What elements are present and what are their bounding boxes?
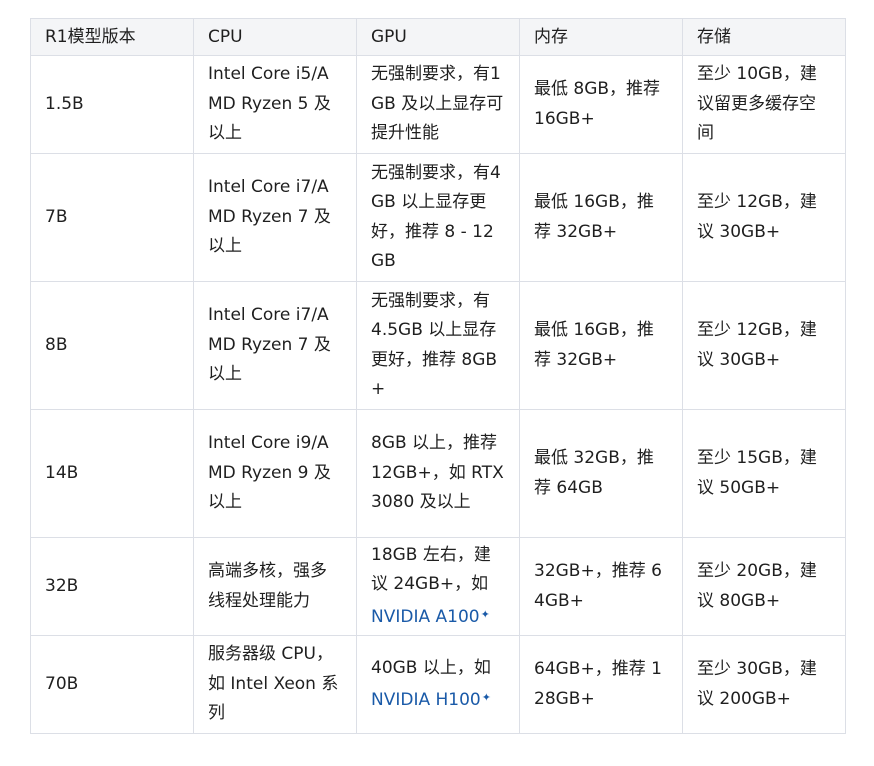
table-row: 14B Intel Core i9/AMD Ryzen 9 及以上 8GB 以上…: [30, 409, 846, 538]
cell-memory: 64GB+，推荐 128GB+: [519, 635, 683, 734]
cell-gpu: 8GB 以上，推荐 12GB+，如 RTX 3080 及以上: [356, 409, 520, 538]
header-storage: 存储: [682, 18, 846, 56]
cell-memory: 32GB+，推荐 64GB+: [519, 537, 683, 636]
cell-gpu: 18GB 左右，建议 24GB+，如 NVIDIA A100✦: [356, 537, 520, 636]
cell-model: 14B: [30, 409, 194, 538]
cell-model: 8B: [30, 281, 194, 410]
link-text[interactable]: NVIDIA H100: [371, 690, 481, 710]
header-gpu: GPU: [356, 18, 520, 56]
hardware-requirements-table: R1模型版本 CPU GPU 内存 存储 1.5B Intel Core i5/…: [30, 18, 846, 734]
cell-storage: 至少 12GB，建议 30GB+: [682, 153, 846, 282]
cell-cpu: Intel Core i7/AMD Ryzen 7 及以上: [193, 153, 357, 282]
table-row: 8B Intel Core i7/AMD Ryzen 7 及以上 无强制要求，有…: [30, 281, 846, 410]
cell-storage: 至少 30GB，建议 200GB+: [682, 635, 846, 734]
cell-gpu: 无强制要求，有4GB 以上显存更好，推荐 8 - 12GB: [356, 153, 520, 282]
cell-gpu: 无强制要求，有4.5GB 以上显存更好，推荐 8GB+: [356, 281, 520, 410]
cell-gpu: 40GB 以上，如 NVIDIA H100✦: [356, 635, 520, 734]
sparkle-icon: ✦: [481, 691, 491, 704]
cell-storage: 至少 12GB，建议 30GB+: [682, 281, 846, 410]
cell-memory: 最低 32GB，推荐 64GB: [519, 409, 683, 538]
gpu-text: 40GB 以上，如: [371, 657, 491, 678]
nvidia-h100-link[interactable]: NVIDIA H100✦: [371, 690, 491, 710]
cell-model: 1.5B: [30, 55, 194, 154]
table-row: 70B 服务器级 CPU，如 Intel Xeon 系列 40GB 以上，如 N…: [30, 635, 846, 734]
cell-memory: 最低 16GB，推荐 32GB+: [519, 153, 683, 282]
table-row: 1.5B Intel Core i5/AMD Ryzen 5 及以上 无强制要求…: [30, 55, 846, 154]
header-cpu: CPU: [193, 18, 357, 56]
cell-storage: 至少 20GB，建议 80GB+: [682, 537, 846, 636]
link-text[interactable]: NVIDIA A100: [371, 607, 480, 627]
cell-cpu: 服务器级 CPU，如 Intel Xeon 系列: [193, 635, 357, 734]
cell-memory: 最低 8GB，推荐 16GB+: [519, 55, 683, 154]
header-model: R1模型版本: [30, 18, 194, 56]
header-memory: 内存: [519, 18, 683, 56]
cell-cpu: 高端多核，强多线程处理能力: [193, 537, 357, 636]
cell-cpu: Intel Core i7/AMD Ryzen 7 及以上: [193, 281, 357, 410]
cell-model: 32B: [30, 537, 194, 636]
cell-storage: 至少 15GB，建议 50GB+: [682, 409, 846, 538]
cell-gpu: 无强制要求，有1GB 及以上显存可提升性能: [356, 55, 520, 154]
gpu-text: 18GB 左右，建议 24GB+，如: [371, 544, 491, 595]
table-row: 32B 高端多核，强多线程处理能力 18GB 左右，建议 24GB+，如 NVI…: [30, 537, 846, 636]
cell-model: 7B: [30, 153, 194, 282]
cell-model: 70B: [30, 635, 194, 734]
cell-cpu: Intel Core i9/AMD Ryzen 9 及以上: [193, 409, 357, 538]
cell-cpu: Intel Core i5/AMD Ryzen 5 及以上: [193, 55, 357, 154]
cell-memory: 最低 16GB，推荐 32GB+: [519, 281, 683, 410]
cell-storage: 至少 10GB，建议留更多缓存空间: [682, 55, 846, 154]
spec-table-container: R1模型版本 CPU GPU 内存 存储 1.5B Intel Core i5/…: [30, 18, 846, 734]
table-header-row: R1模型版本 CPU GPU 内存 存储: [30, 18, 846, 56]
table-row: 7B Intel Core i7/AMD Ryzen 7 及以上 无强制要求，有…: [30, 153, 846, 282]
sparkle-icon: ✦: [480, 607, 490, 621]
nvidia-a100-link[interactable]: NVIDIA A100✦: [371, 607, 490, 627]
